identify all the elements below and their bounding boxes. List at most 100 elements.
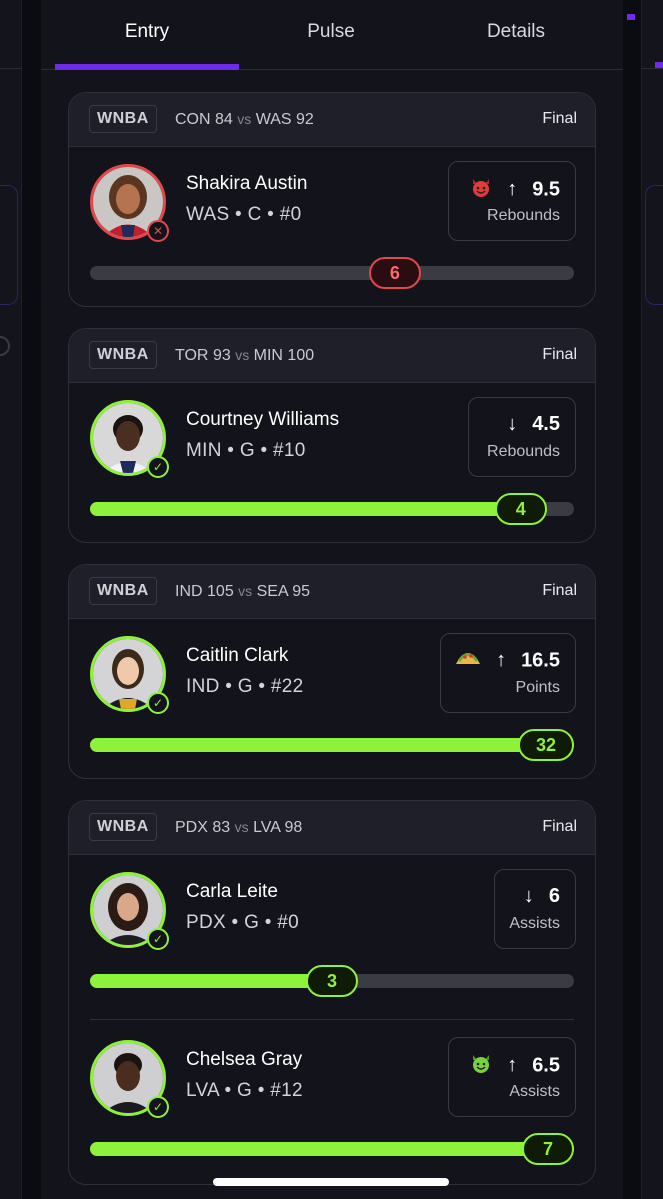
- game-header: WNBA PDX 83 vs LVA 98 Final: [69, 801, 595, 855]
- team-home: WAS: [255, 111, 292, 128]
- progress-fill: [90, 738, 574, 752]
- league-badge: WNBA: [89, 813, 157, 841]
- arrow-up-icon: ↑: [507, 178, 518, 201]
- actual-value-pill: 3: [306, 965, 358, 997]
- player-info: WAS • C • #0: [186, 204, 302, 225]
- player-pick-row[interactable]: ✕ Shakira Austin WAS • C • #0 ↑ 9.5 Rebou…: [69, 148, 595, 306]
- tab-pulse[interactable]: Pulse: [239, 0, 423, 70]
- score-home: 92: [296, 111, 314, 128]
- arrow-down-icon: ↓: [523, 885, 534, 907]
- player-info: PDX • G • #0: [186, 912, 299, 933]
- player-info: IND • G • #22: [186, 676, 304, 697]
- player-pick-row[interactable]: ✓ Caitlin Clark IND • G • #22 ↑ 16.5 Poin…: [69, 620, 595, 778]
- vs-label: vs: [235, 347, 250, 363]
- matchup: PDX 83 vs LVA 98: [175, 817, 302, 838]
- tab-details-label: Details: [486, 21, 546, 42]
- progress-track: [90, 266, 574, 280]
- matchup: TOR 93 vs MIN 100: [175, 345, 314, 366]
- league-badge: WNBA: [89, 105, 157, 133]
- pick-stat: Rebounds: [487, 443, 560, 460]
- player-name: Carla Leite: [186, 881, 278, 902]
- tab-entry[interactable]: Entry: [55, 0, 239, 70]
- tab-entry-label: Entry: [124, 21, 170, 42]
- pick-box[interactable]: ↓ 6 Assists: [494, 869, 576, 949]
- pick-stat: Points: [515, 679, 560, 696]
- pick-box[interactable]: ↑ 9.5 Rebounds: [448, 161, 576, 241]
- league-badge: WNBA: [89, 341, 157, 369]
- pick-line: 6: [548, 885, 560, 907]
- game-status: Final: [542, 110, 577, 127]
- check-icon: ✓: [147, 928, 169, 950]
- player-info: LVA • G • #12: [186, 1080, 303, 1101]
- pick-box[interactable]: ↑ 16.5 Points: [440, 633, 576, 713]
- game-header: WNBA CON 84 vs WAS 92 Final: [69, 93, 595, 147]
- background-left-screen: [0, 0, 22, 1199]
- game-card[interactable]: WNBA TOR 93 vs MIN 100 Final ✓ Courtney …: [68, 328, 596, 543]
- score-home: 95: [292, 583, 311, 600]
- score-away: 83: [212, 819, 231, 836]
- player-pick-row[interactable]: ✓ Carla Leite PDX • G • #0 ↓ 6 Assists 3: [69, 856, 595, 1016]
- progress-track: [90, 738, 574, 752]
- check-icon: ✓: [147, 456, 169, 478]
- home-indicator[interactable]: [213, 1178, 449, 1186]
- player-name: Caitlin Clark: [186, 645, 289, 666]
- pick-stat: Rebounds: [487, 207, 560, 224]
- progress-fill: [90, 502, 521, 516]
- team-away: TOR: [175, 347, 209, 364]
- score-away: 105: [207, 583, 234, 600]
- active-tab-indicator: [55, 64, 239, 70]
- actual-value-pill: 7: [522, 1133, 574, 1165]
- player-info: MIN • G • #10: [186, 440, 306, 461]
- team-away: CON: [175, 111, 211, 128]
- player-pick-row[interactable]: ✓ Courtney Williams MIN • G • #10 ↓ 4.5 R…: [69, 384, 595, 542]
- pick-line: 4.5: [532, 413, 560, 435]
- team-away: PDX: [175, 819, 208, 836]
- actual-value-pill: 6: [368, 257, 421, 289]
- arrow-up-icon: ↑: [496, 649, 507, 672]
- game-card[interactable]: WNBA CON 84 vs WAS 92 Final ✕ Shakira Au…: [68, 92, 596, 307]
- background-right-screen: [627, 0, 663, 1199]
- actual-value-pill: 32: [518, 729, 575, 761]
- player-name: Chelsea Gray: [186, 1049, 303, 1070]
- pick-line: 6.5: [532, 1054, 560, 1077]
- check-icon: ✓: [147, 692, 169, 714]
- progress-track: [90, 1142, 574, 1156]
- pick-stat: Assists: [509, 1083, 560, 1100]
- player-divider: [90, 1019, 574, 1020]
- player-pick-row[interactable]: ✓ Chelsea Gray LVA • G • #12 ↑ 6.5 Assist…: [69, 1024, 595, 1184]
- matchup: IND 105 vs SEA 95: [175, 581, 310, 602]
- matchup: CON 84 vs WAS 92: [175, 109, 314, 130]
- pick-line: 16.5: [521, 649, 560, 672]
- entry-sheet: Entry Pulse Details WNBA CON 84 vs WAS 9…: [41, 0, 623, 1199]
- check-icon: ✓: [147, 1096, 169, 1118]
- background-divider: [641, 68, 663, 69]
- vs-label: vs: [237, 111, 252, 127]
- game-status: Final: [542, 346, 577, 363]
- score-home: 100: [287, 347, 315, 364]
- close-icon: ✕: [147, 220, 169, 242]
- game-header: WNBA IND 105 vs SEA 95 Final: [69, 565, 595, 619]
- score-away: 93: [212, 347, 231, 364]
- green-devil-emoji-icon: [470, 1052, 492, 1080]
- player-name: Shakira Austin: [186, 173, 308, 194]
- team-home: LVA: [253, 819, 281, 836]
- game-card[interactable]: WNBA IND 105 vs SEA 95 Final ✓ Caitlin C…: [68, 564, 596, 779]
- game-status: Final: [542, 582, 577, 599]
- game-header: WNBA TOR 93 vs MIN 100 Final: [69, 329, 595, 383]
- game-card[interactable]: WNBA PDX 83 vs LVA 98 Final ✓ Carla Leit…: [68, 800, 596, 1185]
- team-away: IND: [175, 583, 203, 600]
- progress-fill: [90, 974, 332, 988]
- background-card: [0, 185, 18, 305]
- league-badge: WNBA: [89, 577, 157, 605]
- team-home: SEA: [256, 583, 288, 600]
- game-status: Final: [542, 818, 577, 835]
- arrow-up-icon: ↑: [507, 1054, 518, 1077]
- vs-label: vs: [234, 819, 249, 835]
- taco-emoji-icon: [455, 648, 481, 674]
- tab-details[interactable]: Details: [424, 0, 608, 70]
- vs-label: vs: [238, 583, 253, 599]
- background-divider: [0, 68, 22, 69]
- actual-value-pill: 4: [494, 493, 547, 525]
- pick-box[interactable]: ↓ 4.5 Rebounds: [468, 397, 576, 477]
- pick-box[interactable]: ↑ 6.5 Assists: [448, 1037, 576, 1117]
